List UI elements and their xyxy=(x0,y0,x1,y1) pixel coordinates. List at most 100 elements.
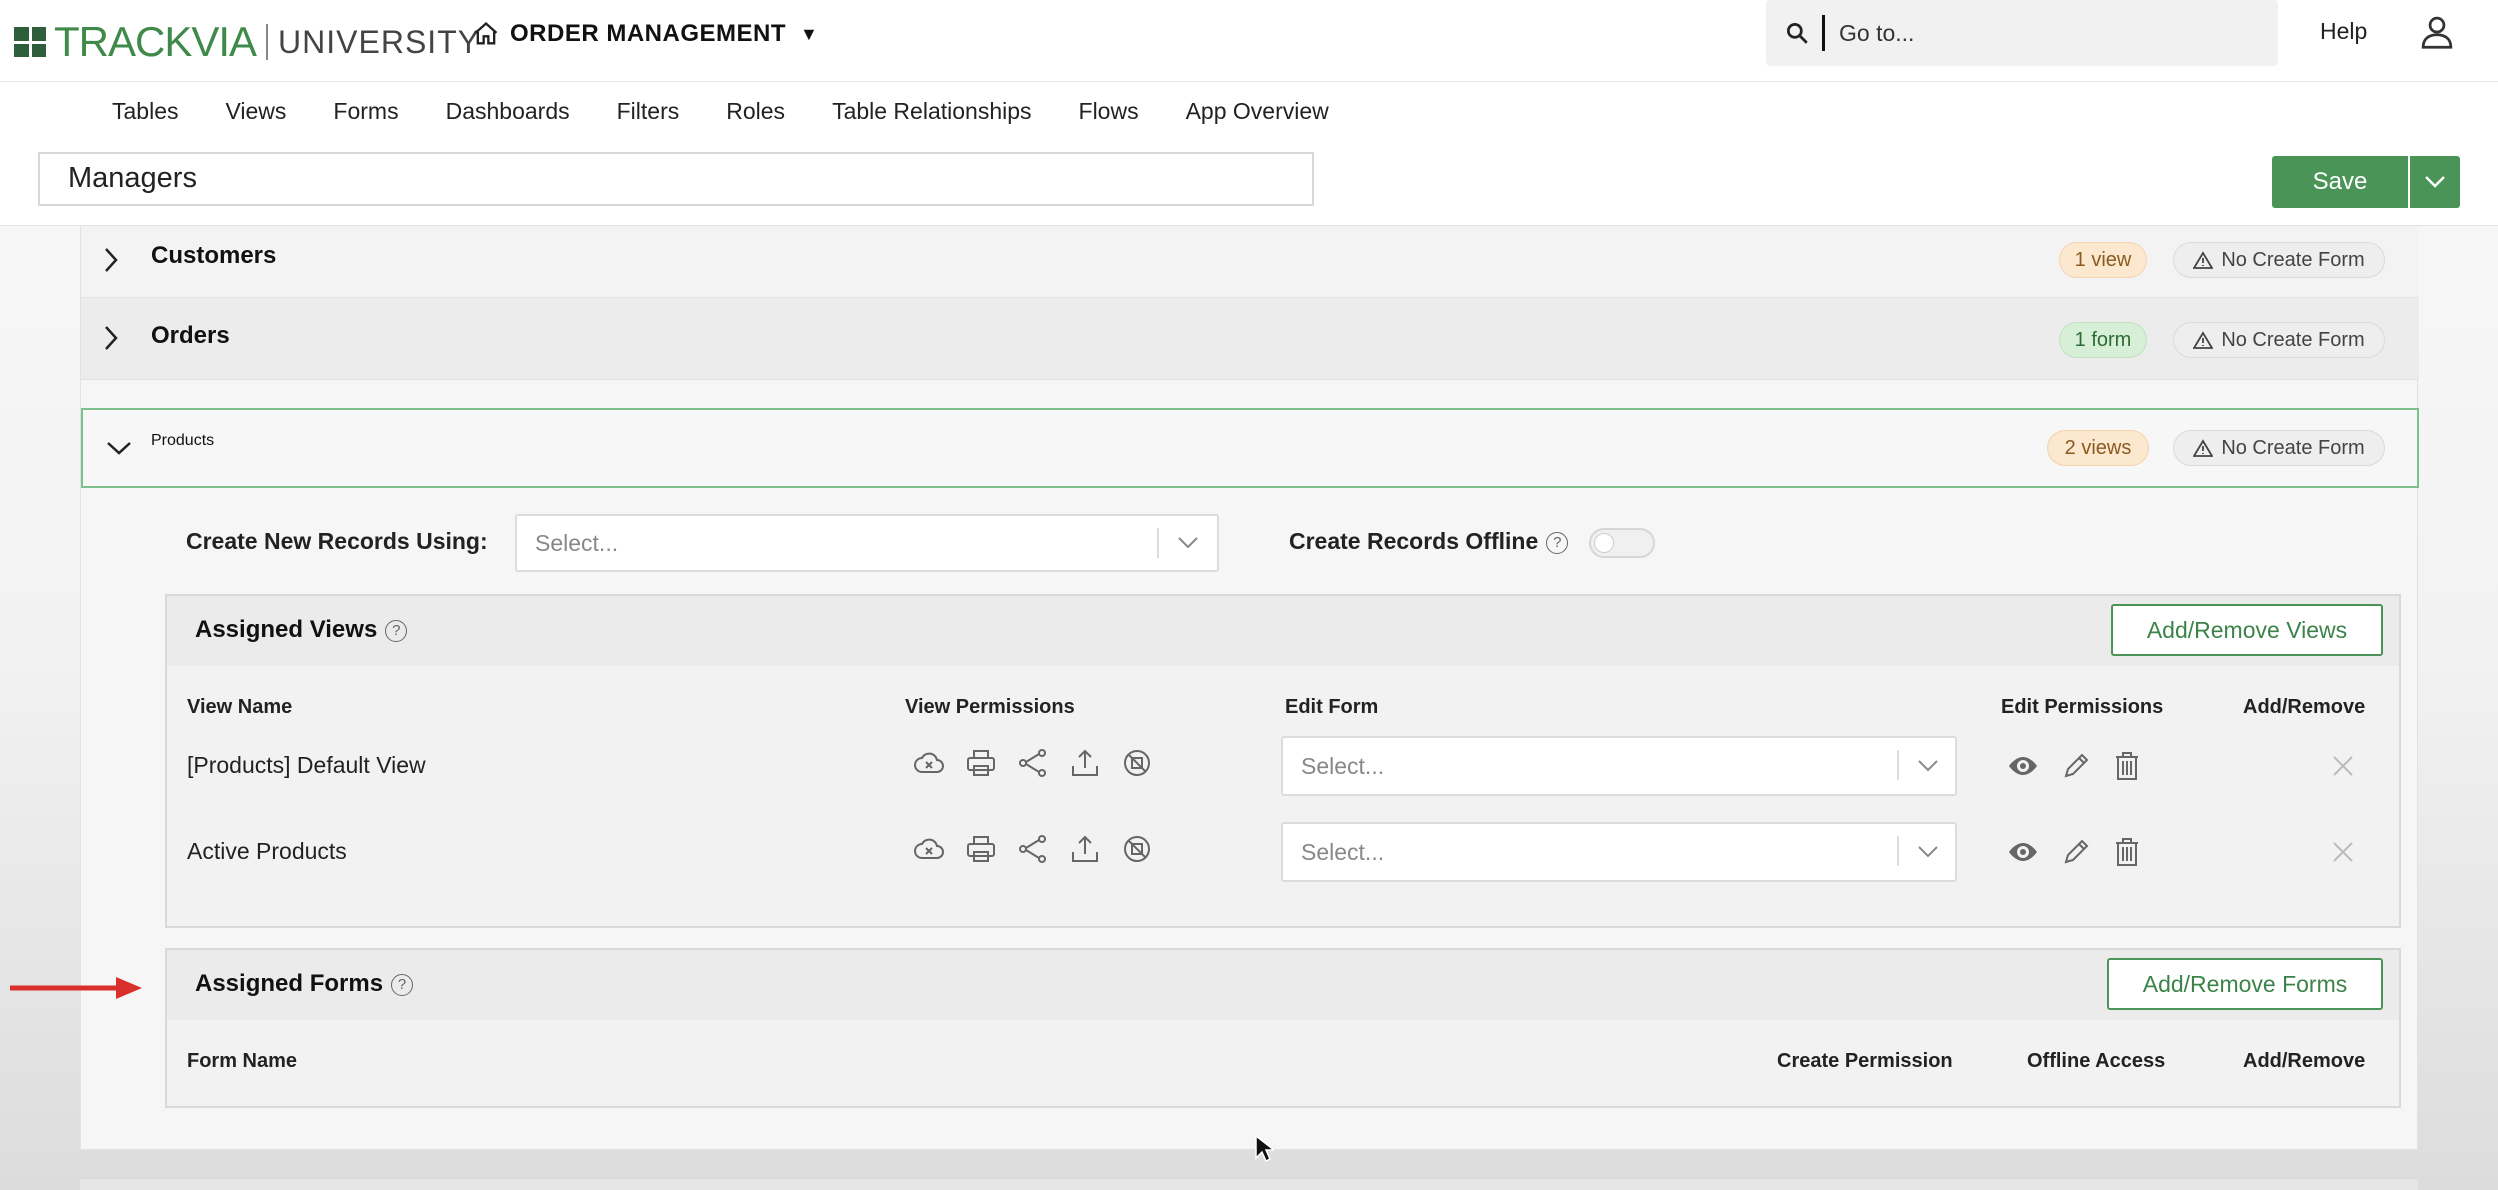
nav-filters[interactable]: Filters xyxy=(617,98,680,125)
annotation-arrow-icon xyxy=(10,977,142,999)
top-bar: TRACKVIA UNIVERSITY ORDER MANAGEMENT ▼ G… xyxy=(0,0,2498,82)
no-edit-icon[interactable] xyxy=(1121,748,1153,778)
print-icon[interactable] xyxy=(965,748,997,778)
edit-form-select[interactable]: Select... xyxy=(1281,822,1957,882)
builder-nav: Tables Views Forms Dashboards Filters Ro… xyxy=(0,82,2498,140)
chevron-down-icon xyxy=(1918,760,1938,772)
eye-icon[interactable] xyxy=(2007,839,2039,865)
app-name: ORDER MANAGEMENT xyxy=(510,20,786,47)
home-icon xyxy=(474,21,498,45)
add-remove-forms-button[interactable]: Add/Remove Forms xyxy=(2107,958,2383,1010)
remove-view-icon[interactable] xyxy=(2331,754,2355,778)
export-icon[interactable] xyxy=(1069,834,1101,864)
role-permissions-content: Customers 1 view No Create Form Orders 1… xyxy=(80,226,2419,1150)
help-icon[interactable]: ? xyxy=(391,973,414,996)
col-form-name: Form Name xyxy=(187,1050,298,1072)
warning-icon xyxy=(2193,251,2214,269)
help-icon[interactable]: ? xyxy=(385,619,408,642)
trackvia-logo[interactable]: TRACKVIA UNIVERSITY xyxy=(14,18,481,65)
app-switcher[interactable]: ORDER MANAGEMENT ▼ xyxy=(472,14,818,54)
print-icon[interactable] xyxy=(965,834,997,864)
nav-flows[interactable]: Flows xyxy=(1079,98,1139,125)
views-badge: 1 view xyxy=(2059,242,2147,278)
views-badge: 2 views xyxy=(2047,430,2149,466)
chevron-right-icon xyxy=(105,248,118,272)
create-records-form-select[interactable]: Select... xyxy=(515,514,1219,572)
no-edit-icon[interactable] xyxy=(1121,834,1153,864)
eye-icon[interactable] xyxy=(2007,753,2039,779)
col-create-permission: Create Permission xyxy=(1777,1050,1953,1072)
nav-table-relationships[interactable]: Table Relationships xyxy=(832,98,1031,125)
remove-view-icon[interactable] xyxy=(2331,840,2355,864)
view-name: Active Products xyxy=(187,838,347,864)
cloud-offline-icon[interactable] xyxy=(913,748,945,778)
share-icon[interactable] xyxy=(1017,748,1049,778)
assigned-views-panel: Assigned Views? Add/Remove Views View Na… xyxy=(165,594,2401,928)
warning-icon xyxy=(2193,331,2214,349)
pencil-icon[interactable] xyxy=(2061,751,2091,781)
edit-permissions-icons xyxy=(2007,836,2141,868)
create-form-status: No Create Form xyxy=(2173,430,2385,466)
cloud-offline-icon[interactable] xyxy=(913,834,945,864)
view-name: [Products] Default View xyxy=(187,752,426,778)
col-add-remove: Add/Remove xyxy=(2243,696,2366,718)
edit-form-select[interactable]: Select... xyxy=(1281,736,1957,796)
search-placeholder: Go to... xyxy=(1839,19,1915,46)
edit-permissions-icons xyxy=(2007,750,2141,782)
table-name: Products xyxy=(151,432,215,449)
trash-icon[interactable] xyxy=(2113,750,2141,782)
logo-mark-icon xyxy=(14,27,46,57)
search-input[interactable]: Go to... xyxy=(1766,0,2278,66)
nav-dashboards[interactable]: Dashboards xyxy=(446,98,570,125)
export-icon[interactable] xyxy=(1069,748,1101,778)
create-form-status: No Create Form xyxy=(2173,242,2385,278)
share-icon[interactable] xyxy=(1017,834,1049,864)
add-remove-views-button[interactable]: Add/Remove Views xyxy=(2111,604,2383,656)
table-row-orders[interactable]: Orders 1 form No Create Form xyxy=(81,298,2419,380)
chevron-down-icon xyxy=(107,442,131,455)
assigned-forms-title: Assigned Forms? xyxy=(195,970,414,998)
help-icon[interactable]: ? xyxy=(1546,531,1569,554)
trash-icon[interactable] xyxy=(2113,836,2141,868)
user-icon[interactable] xyxy=(2420,14,2454,50)
col-view-permissions: View Permissions xyxy=(905,696,1075,718)
help-link[interactable]: Help xyxy=(2320,18,2367,45)
offline-toggle[interactable] xyxy=(1589,528,1655,558)
chevron-down-icon xyxy=(2425,176,2445,188)
save-button[interactable]: Save xyxy=(2272,156,2408,208)
next-section-edge xyxy=(80,1178,2418,1190)
forms-badge: 1 form xyxy=(2059,322,2147,358)
nav-roles[interactable]: Roles xyxy=(726,98,785,125)
chevron-down-icon xyxy=(1918,846,1938,858)
caret-down-icon: ▼ xyxy=(800,23,819,44)
search-icon xyxy=(1786,22,1808,44)
nav-tables[interactable]: Tables xyxy=(112,98,178,125)
col-edit-permissions: Edit Permissions xyxy=(2001,696,2164,718)
save-options-button[interactable] xyxy=(2410,156,2460,208)
create-form-status: No Create Form xyxy=(2173,322,2385,358)
logo-sub: UNIVERSITY xyxy=(278,23,481,60)
nav-forms[interactable]: Forms xyxy=(333,98,398,125)
col-offline-access: Offline Access xyxy=(2027,1050,2166,1072)
table-name: Customers xyxy=(151,242,277,269)
create-new-records-label: Create New Records Using: xyxy=(186,528,488,554)
mouse-cursor-icon xyxy=(1255,1134,1274,1163)
col-edit-form: Edit Form xyxy=(1285,696,1379,718)
table-row-customers[interactable]: Customers 1 view No Create Form xyxy=(81,226,2419,298)
table-name: Orders xyxy=(151,322,230,349)
view-permissions-icons xyxy=(913,834,1153,864)
logo-brand: TRACKVIA xyxy=(54,18,257,65)
view-permissions-icons xyxy=(913,748,1153,778)
col-add-remove: Add/Remove xyxy=(2243,1050,2366,1072)
create-records-offline-label: Create Records Offline? xyxy=(1289,528,1569,555)
pencil-icon[interactable] xyxy=(2061,837,2091,867)
nav-app-overview[interactable]: App Overview xyxy=(1186,98,1329,125)
warning-icon xyxy=(2193,439,2214,457)
col-view-name: View Name xyxy=(187,696,293,718)
assigned-forms-panel: Assigned Forms? Add/Remove Forms Form Na… xyxy=(165,948,2401,1108)
table-row-products[interactable]: Products 2 views No Create Form xyxy=(81,408,2419,488)
role-name-bar: Managers Save xyxy=(0,140,2498,226)
role-name-input[interactable]: Managers xyxy=(38,152,1314,206)
chevron-down-icon xyxy=(1178,537,1198,549)
nav-views[interactable]: Views xyxy=(225,98,286,125)
